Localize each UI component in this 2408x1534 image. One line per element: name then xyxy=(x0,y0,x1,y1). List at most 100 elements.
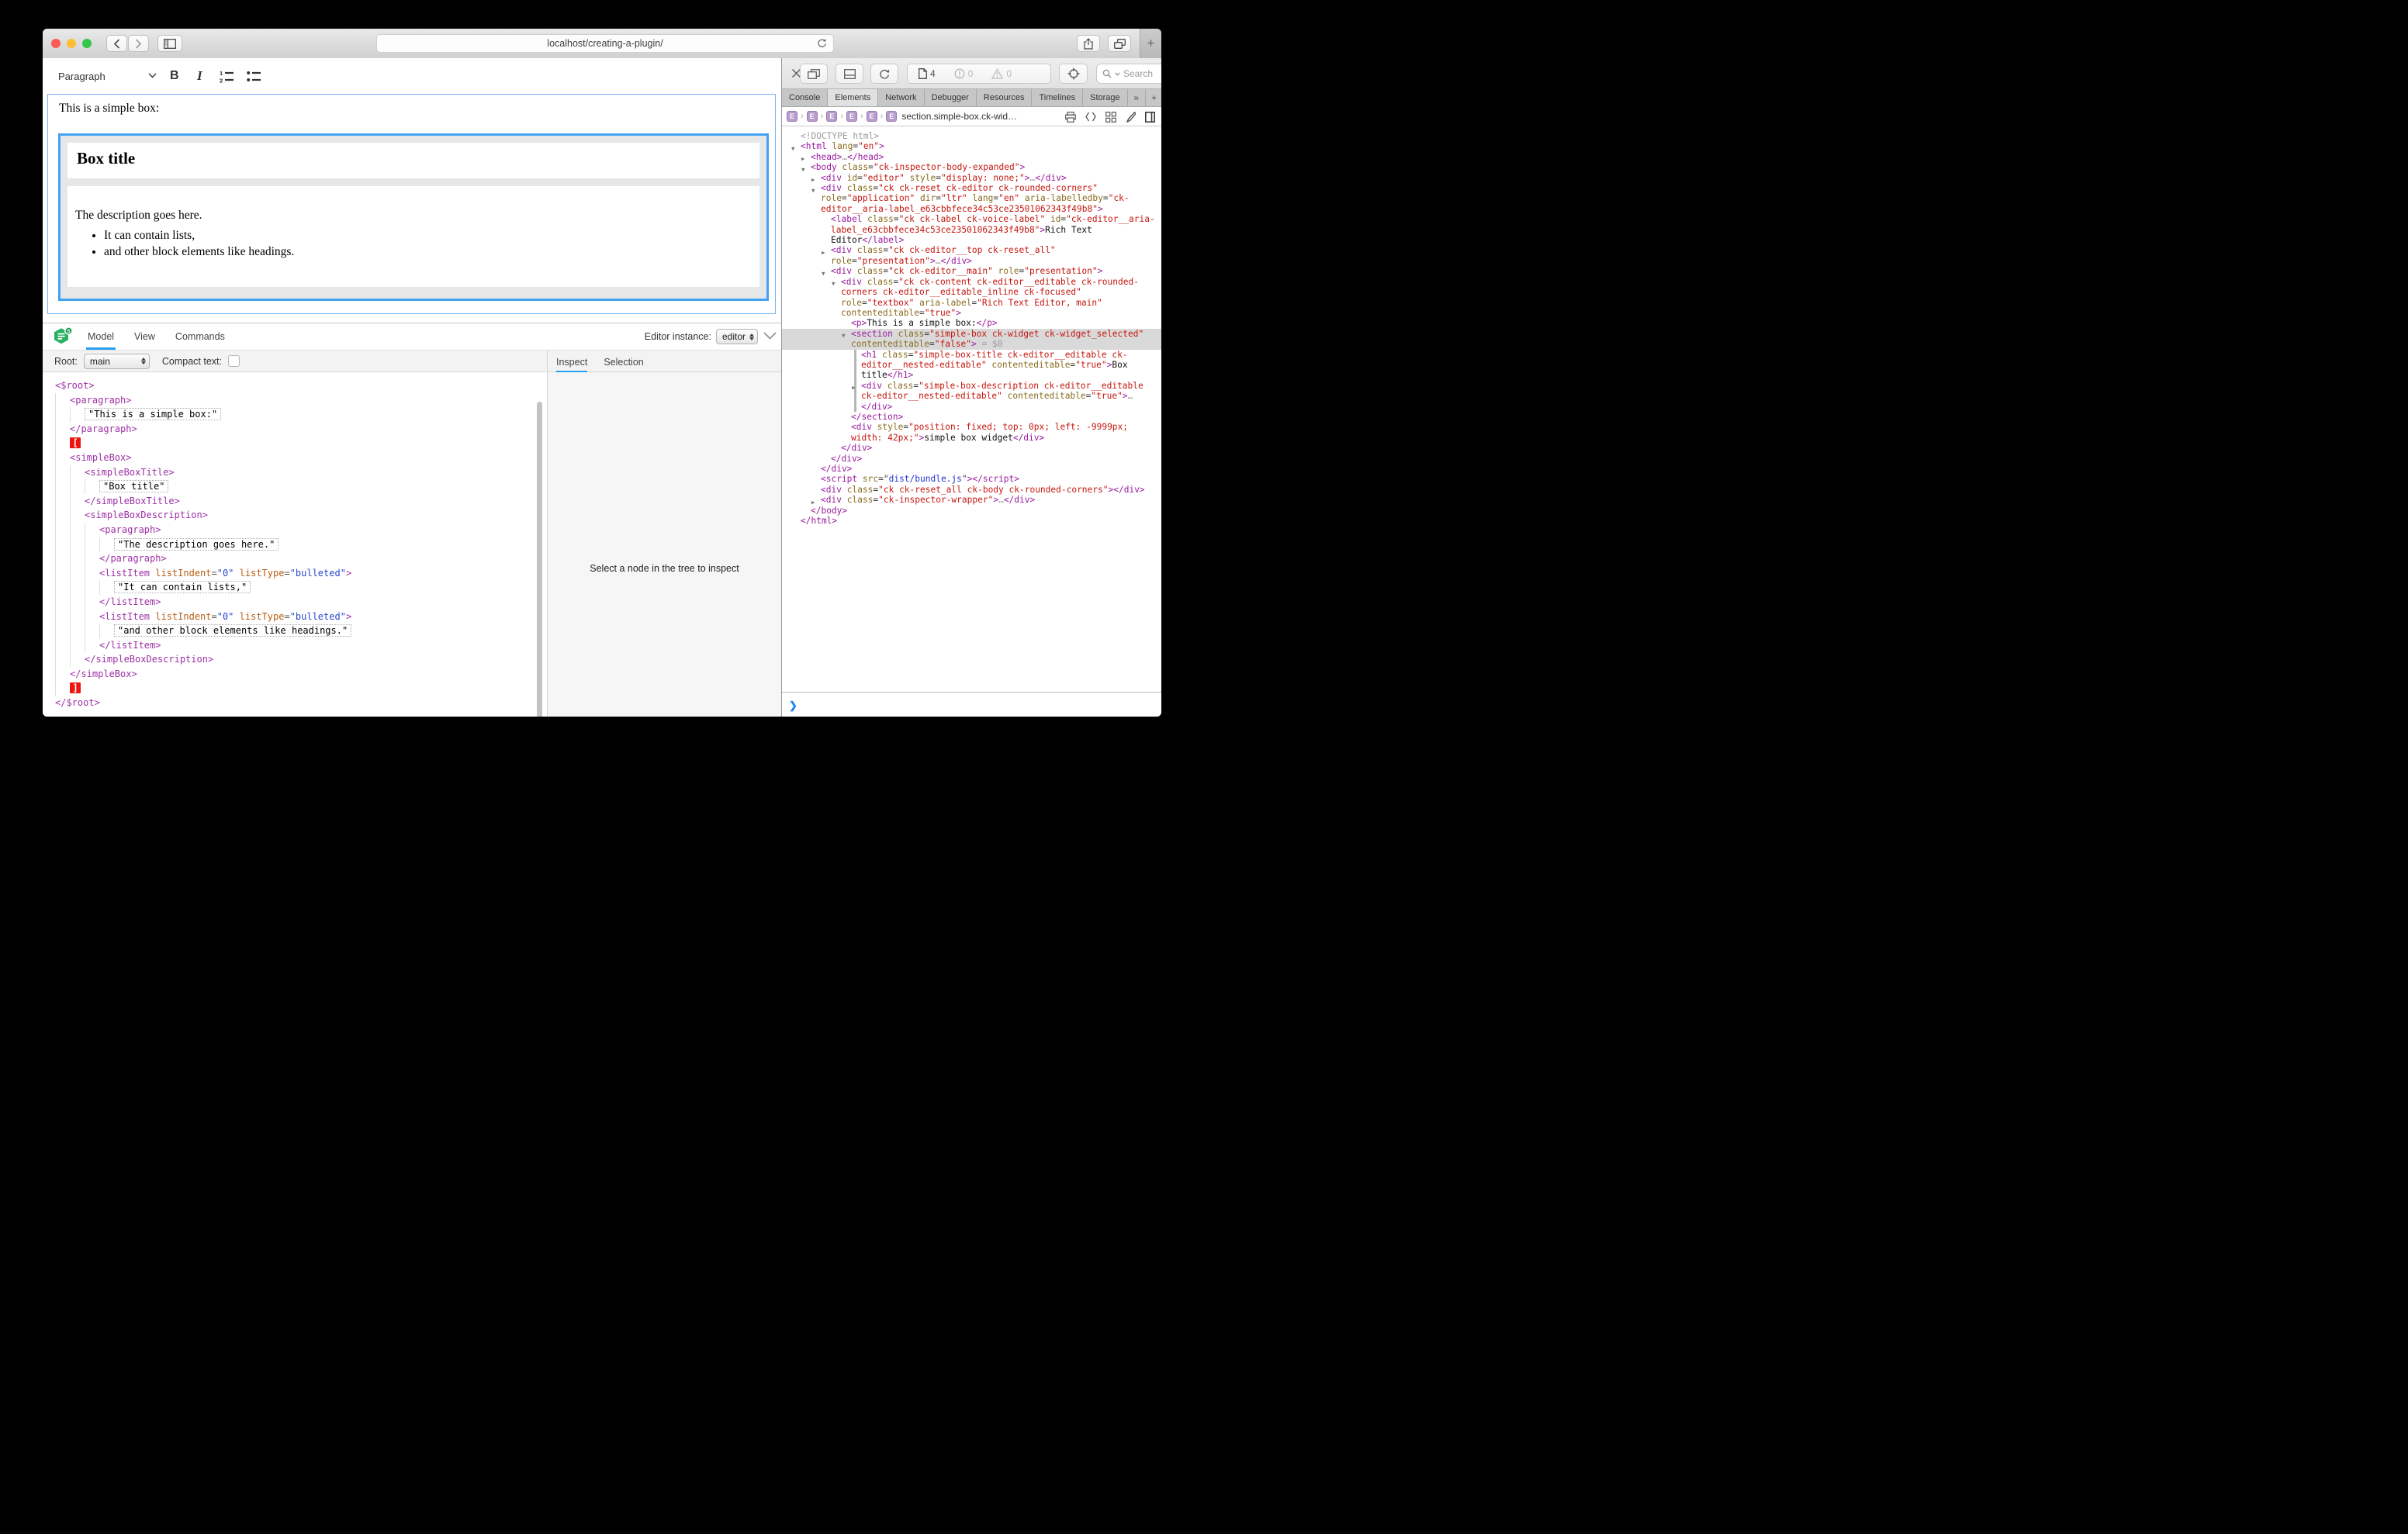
source-code-icon[interactable] xyxy=(1085,112,1096,122)
element-badge[interactable]: E xyxy=(846,111,857,122)
dom-tree-line[interactable]: </body> xyxy=(782,506,1161,516)
grid-layout-icon[interactable] xyxy=(1105,112,1116,123)
dom-tree-line[interactable]: ▶<div class="ck-inspector-wrapper">…</di… xyxy=(782,495,1161,505)
model-tree-line[interactable]: <paragraph> xyxy=(55,393,351,408)
model-tree-line[interactable]: </simpleBoxTitle> xyxy=(55,494,351,509)
print-icon[interactable] xyxy=(1065,112,1076,123)
devtools-dock-bottom-button[interactable] xyxy=(836,64,863,84)
editor-instance-select[interactable]: editor xyxy=(716,329,758,344)
dom-tree-line[interactable]: <p>This is a simple box:</p> xyxy=(782,318,1161,328)
dom-tree-line[interactable]: ▶<div class="ck ck-editor__top ck-reset_… xyxy=(782,245,1161,266)
model-tree-line[interactable]: </simpleBox> xyxy=(55,667,351,682)
model-tree-line[interactable]: </listItem> xyxy=(55,638,351,653)
dom-tree-line[interactable]: </section> xyxy=(782,412,1161,422)
reload-icon[interactable] xyxy=(817,38,827,49)
list-item[interactable]: It can contain lists, xyxy=(104,229,759,243)
model-tree-line[interactable]: </listItem> xyxy=(55,595,351,610)
paintbrush-icon[interactable] xyxy=(1126,112,1136,123)
dom-tree-line[interactable]: ▼<html lang="en"> xyxy=(782,141,1161,151)
bulleted-list-button[interactable] xyxy=(247,58,261,94)
collapse-arrow-icon[interactable]: ▼ xyxy=(842,330,846,340)
simple-box-description[interactable]: The description goes here. It can contai… xyxy=(67,186,759,287)
description-list[interactable]: It can contain lists,and other block ele… xyxy=(67,229,759,259)
element-badge[interactable]: E xyxy=(807,111,818,122)
simple-box-title[interactable]: Box title xyxy=(67,143,759,178)
element-badge[interactable]: E xyxy=(886,111,897,122)
model-tree-line[interactable]: "This is a simple box:" xyxy=(55,407,351,422)
devtools-tab-elements[interactable]: Elements xyxy=(828,89,878,106)
devtools-tab-console[interactable]: Console xyxy=(782,89,828,106)
warning-count[interactable]: 0 xyxy=(991,68,1012,79)
element-badge[interactable]: E xyxy=(826,111,837,122)
sidebar-toggle-button[interactable] xyxy=(157,35,182,52)
model-tree-line[interactable]: <$root> xyxy=(55,378,351,393)
model-tree-line[interactable]: </paragraph> xyxy=(55,422,351,437)
intro-paragraph[interactable]: This is a simple box: xyxy=(59,102,159,116)
breadcrumb-current[interactable]: section.simple-box.ck-wid… xyxy=(901,111,1017,122)
dom-tree-line[interactable]: </html> xyxy=(782,516,1161,526)
editor-editable-area[interactable]: This is a simple box: Box title The desc… xyxy=(47,94,776,314)
element-picker-button[interactable] xyxy=(1059,64,1088,84)
chevron-down-icon[interactable] xyxy=(148,73,157,78)
dom-tree-line[interactable]: ▼<div class="ck ck-editor__main" role="p… xyxy=(782,266,1161,276)
model-tree-line[interactable]: <simpleBoxTitle> xyxy=(55,465,351,480)
close-button[interactable] xyxy=(51,39,61,48)
dom-tree-line[interactable]: ▶<div id="editor" style="display: none;"… xyxy=(782,173,1161,183)
devtools-overflow-tab[interactable]: » xyxy=(1128,89,1146,106)
inspector-tab-model[interactable]: Model xyxy=(88,323,114,350)
devtools-add-tab-button[interactable]: + xyxy=(1146,89,1161,106)
compact-text-checkbox[interactable] xyxy=(228,355,240,367)
dom-tree-line[interactable]: ▼<div class="ck ck-reset ck-editor ck-ro… xyxy=(782,183,1161,214)
model-tree-line[interactable]: "The description goes here." xyxy=(55,537,351,552)
expand-arrow-icon[interactable]: ▶ xyxy=(852,382,856,392)
numbered-list-button[interactable]: 12 xyxy=(220,58,234,94)
description-paragraph[interactable]: The description goes here. xyxy=(67,186,759,223)
expand-arrow-icon[interactable]: ▶ xyxy=(822,247,825,257)
italic-button[interactable]: I xyxy=(197,58,202,94)
model-tree-line[interactable]: </simpleBoxDescription> xyxy=(55,652,351,667)
model-tree-line[interactable]: "Box title" xyxy=(55,479,351,494)
dom-tree-line[interactable]: ▼<div class="ck ck-content ck-editor__ed… xyxy=(782,277,1161,319)
devtools-tab-storage[interactable]: Storage xyxy=(1083,89,1128,106)
dom-tree-line[interactable]: </div> xyxy=(782,443,1161,453)
dom-tree-line[interactable]: <div style="position: fixed; top: 0px; l… xyxy=(782,422,1161,443)
dom-tree-line[interactable]: <label class="ck ck-label ck-voice-label… xyxy=(782,214,1161,245)
forward-button[interactable] xyxy=(128,35,149,52)
resource-count[interactable]: 4 xyxy=(919,68,936,79)
devtools-detach-button[interactable] xyxy=(800,64,828,84)
dom-tree-line[interactable]: ▶<head>…</head> xyxy=(782,152,1161,162)
model-tree-line[interactable]: <simpleBoxDescription> xyxy=(55,508,351,523)
model-tree-line[interactable]: "It can contain lists," xyxy=(55,580,351,595)
devtools-tab-debugger[interactable]: Debugger xyxy=(925,89,977,106)
bold-button[interactable]: B xyxy=(170,58,179,94)
paragraph-dropdown[interactable]: Paragraph xyxy=(58,58,106,94)
new-tab-button[interactable]: + xyxy=(1140,29,1161,58)
minimize-button[interactable] xyxy=(67,39,76,48)
model-tree-line[interactable]: <simpleBox> xyxy=(55,451,351,465)
devtools-tab-network[interactable]: Network xyxy=(878,89,924,106)
inspector-collapse-button[interactable] xyxy=(763,332,777,340)
model-tree-line[interactable]: [ xyxy=(55,436,351,451)
dom-tree-line[interactable]: ▼<section class="simple-box ck-widget ck… xyxy=(782,329,1161,350)
tab-overview-button[interactable] xyxy=(1108,35,1131,52)
inspector-tab-selection[interactable]: Selection xyxy=(604,351,643,373)
devtools-tab-resources[interactable]: Resources xyxy=(977,89,1033,106)
back-button[interactable] xyxy=(106,35,127,52)
root-select[interactable]: main xyxy=(84,354,150,369)
model-tree-scrollbar[interactable] xyxy=(537,402,542,717)
dom-tree-line[interactable]: </div> xyxy=(782,464,1161,474)
box-title-heading[interactable]: Box title xyxy=(67,143,759,168)
model-tree-line[interactable]: <listItem listIndent="0" listType="bulle… xyxy=(55,566,351,581)
simple-box-widget[interactable]: Box title The description goes here. It … xyxy=(58,133,769,301)
console-prompt-bar[interactable]: ❯ xyxy=(782,692,1161,717)
model-tree-line[interactable]: <listItem listIndent="0" listType="bulle… xyxy=(55,610,351,624)
dom-tree-line[interactable]: </div> xyxy=(782,454,1161,464)
collapse-arrow-icon[interactable]: ▼ xyxy=(832,278,836,288)
dom-tree-line[interactable]: <!DOCTYPE html> xyxy=(782,131,1161,141)
dom-tree-line[interactable]: <script src="dist/bundle.js"></script> xyxy=(782,474,1161,484)
dom-tree-line[interactable]: <div class="ck ck-reset_all ck-body ck-r… xyxy=(782,485,1161,495)
details-sidebar-icon[interactable] xyxy=(1145,112,1155,123)
devtools-search-field[interactable]: Search xyxy=(1096,64,1161,84)
element-badge[interactable]: E xyxy=(867,111,877,122)
element-badge[interactable]: E xyxy=(787,111,797,122)
